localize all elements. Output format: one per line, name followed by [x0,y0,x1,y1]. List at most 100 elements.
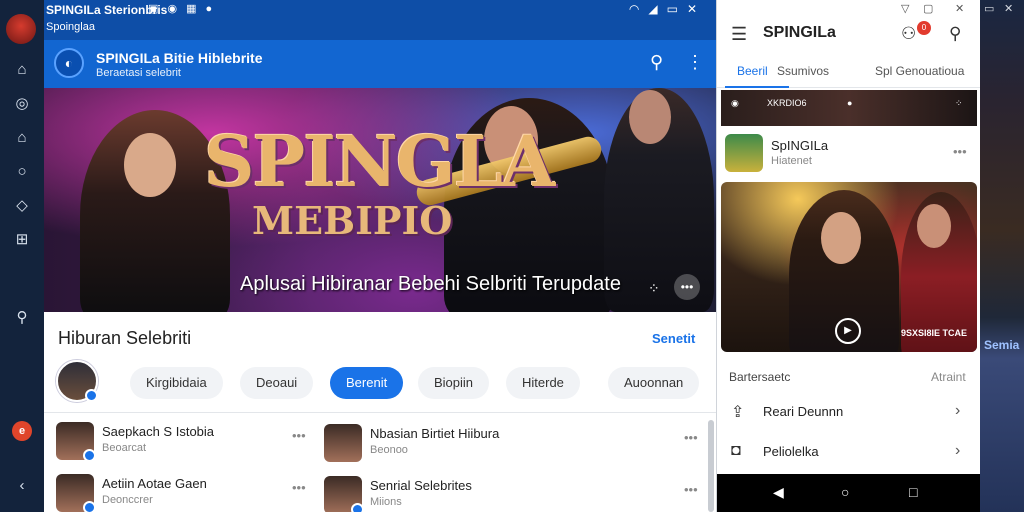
item-sub: Miions [370,496,402,508]
list-item[interactable]: Senrial Selebrites Miions ••• [324,476,704,512]
chevron-down-icon[interactable]: ▽ [901,2,909,15]
phone-panel: ▽ ▢ ✕ ☰ SPINGILa ⚇ 0 ⚲ Beeril Ssumivos S… [716,0,981,512]
recents-icon[interactable]: □ [909,484,917,500]
phone-header: ☰ SPINGILa ⚇ 0 ⚲ [717,18,981,56]
chip-5[interactable]: Auoonnan [608,367,700,399]
avatar [56,474,96,512]
tab-0[interactable]: Beeril [737,64,768,78]
window-statusbar: SPINGILa Sterionbris Spoinglaa ▣ ◉ ▦ ● ◠… [44,0,716,40]
chip-3[interactable]: Biopiin [418,367,490,399]
phone-post-photo[interactable]: ▶ 9SXSI8IE TCAE [721,182,977,352]
android-navbar: ◀ ○ □ [717,474,981,512]
more-dots-icon[interactable]: ••• [953,144,967,159]
minimize-icon[interactable]: ▭ [984,2,994,15]
hero-face-left [124,133,176,197]
phone-row[interactable]: ⇪ Reari Deunnn › [717,394,981,432]
phone-media-strip[interactable]: ◉ XKRDIO6 ● ⁘ [721,90,977,126]
close-icon[interactable]: ✕ [955,2,964,15]
list-item[interactable]: Saepkach S Istobia Beoarcat ••• [56,422,316,466]
signal-icon: ◢ [648,2,667,16]
app-logo-icon[interactable] [6,14,36,44]
more-options-icon[interactable]: ••• [674,274,700,300]
phone-post-header[interactable]: SpINGILa Hiatenet ••• [717,130,981,182]
avatar [725,134,763,172]
phone-section-link[interactable]: Atraint [931,370,966,384]
verified-icon [85,389,98,402]
hero-banner[interactable]: SPINGLA MEBIPIO Aplusai Hibiranar Bebehi… [44,88,716,312]
hamburger-menu-icon[interactable]: ☰ [731,24,747,45]
app-logo-icon[interactable]: ◐ [54,48,84,78]
item-sub: Beonoo [370,444,408,456]
avatar [56,422,96,462]
list-item[interactable]: Aetiin Aotae Gaen Deonccrer ••• [56,474,316,512]
circle-icon[interactable]: ○ [12,162,32,182]
home-circle-icon[interactable]: ○ [841,484,849,500]
minimize-icon[interactable]: ▭ [667,2,687,16]
more-dots-icon[interactable]: ••• [684,430,698,445]
avatar [324,424,362,462]
notification-badge: 0 [917,21,931,35]
search-icon[interactable]: ⚲ [650,52,663,73]
phone-row[interactable]: ◘ Peliolelka › [717,434,981,472]
verified-icon [351,503,364,512]
tab-2[interactable]: Spl Genouatioua [875,64,964,78]
chip-0[interactable]: Kirgibidaia [130,367,223,399]
wifi-icon: ◠ [628,2,649,16]
info-icon: ◘ [731,442,741,459]
post-sub: Hiatenet [771,155,812,167]
scrollbar[interactable] [708,420,714,512]
list-item[interactable]: Nbasian Birtiet Hiibura Beonoo ••• [324,424,704,468]
strip-text: XKRDIO6 [767,98,807,108]
home-icon[interactable]: ⌂ [12,60,32,80]
house-icon[interactable]: ⌂ [12,128,32,148]
collapse-icon[interactable]: ‹ [12,476,32,496]
search-icon[interactable]: ⚲ [12,308,32,328]
chip-4[interactable]: Hiterde [506,367,580,399]
item-name: Saepkach S Istobia [102,424,215,439]
section-title: Hiburan Selebriti [58,328,192,348]
phone-window-controls: ▽ ▢ ✕ [717,0,981,18]
record-icon: ● [847,98,853,108]
grid-dots-icon[interactable]: ⁘ [955,98,963,109]
tab-1[interactable]: Ssumivos [777,64,829,78]
avatar[interactable] [56,360,98,402]
window-controls[interactable]: ◠◢▭✕ [629,2,706,16]
user-icon[interactable]: ⚇ [901,24,916,44]
chevron-right-icon: › [955,442,961,459]
chip-2-active[interactable]: Berenit [330,367,404,399]
window-subtitle: Spoinglaa [46,21,95,33]
close-icon[interactable]: ✕ [687,2,706,16]
item-name: Senrial Selebrites [370,478,472,493]
more-dots-icon[interactable]: ••• [292,428,306,443]
left-rail: ⌂ ◎ ⌂ ○ ◇ ⊞ ⚲ e ‹ [0,0,44,512]
search-icon[interactable]: ⚲ [949,24,961,44]
back-icon[interactable]: ◀ [773,484,784,501]
row-label: Peliolelka [763,444,819,459]
item-sub: Deonccrer [102,494,153,506]
pager-dots-icon[interactable]: ⁘ [648,280,660,297]
app-header: ◐ SPINGILa Bitie Hiblebrite Beraetasi se… [44,40,716,88]
app-title: SPINGILa Bitie Hiblebrite [96,50,263,66]
chip-1[interactable]: Deoaui [240,367,314,399]
row-label: Reari Deunnn [763,404,844,419]
hero-subtitle: MEBIPIO [252,198,453,243]
explore-icon[interactable]: ◎ [12,94,32,114]
notification-icon[interactable]: e [12,421,32,441]
hero-caption: Aplusai Hibiranar Bebehi Selbriti Terupd… [240,273,621,295]
item-name: Nbasian Birtiet Hiibura [370,426,500,441]
play-icon[interactable]: ▶ [835,318,861,344]
close-icon[interactable]: ✕ [1004,2,1013,15]
section-link[interactable]: Senetit [652,331,695,346]
more-dots-icon[interactable]: ••• [684,482,698,497]
tag-icon[interactable]: ◇ [12,196,32,216]
more-dots-icon[interactable]: ••• [292,480,306,495]
more-vert-icon[interactable]: ⋮ [686,52,704,73]
avatar [324,476,364,512]
photo-face-side [917,204,951,248]
photo-face-main [821,212,861,264]
chevron-right-icon: › [955,402,961,419]
maximize-icon[interactable]: ▢ [923,2,933,15]
verified-icon [83,501,96,512]
grid-icon[interactable]: ⊞ [12,230,32,250]
tab-indicator [725,86,789,88]
